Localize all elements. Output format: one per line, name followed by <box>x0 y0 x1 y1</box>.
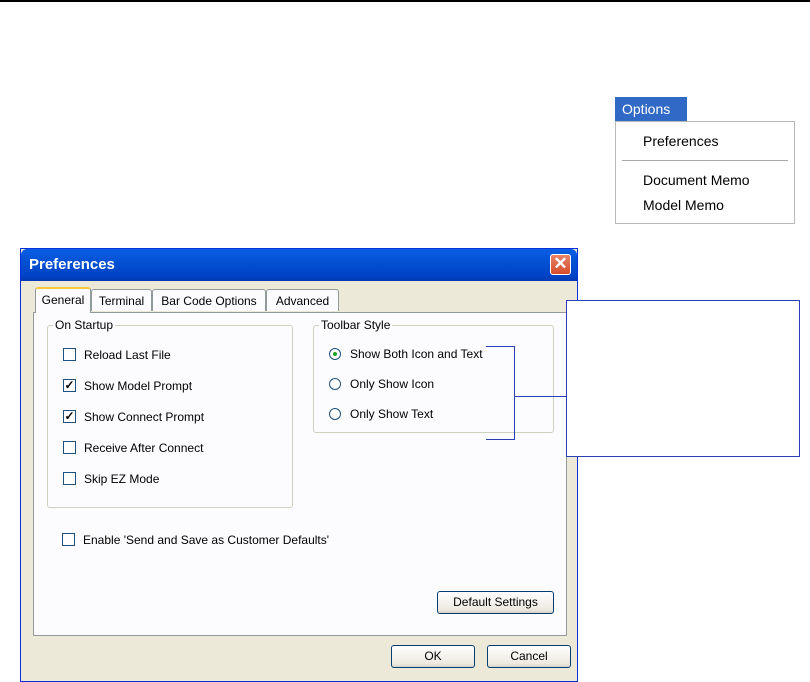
callout-box <box>566 300 800 457</box>
checkbox-box[interactable] <box>63 441 76 454</box>
radio-button[interactable] <box>329 378 341 390</box>
top-rule <box>0 0 810 2</box>
options-menu-dropdown: Preferences Document Memo Model Memo <box>615 121 795 224</box>
tab-general[interactable]: General <box>35 287 91 313</box>
checkbox-label: Reload Last File <box>84 348 171 362</box>
cancel-button[interactable]: Cancel <box>487 645 571 668</box>
close-button[interactable]: ✕ <box>550 254 571 275</box>
toolbar-style-group: Toolbar Style Show Both Icon and Text On… <box>313 318 554 433</box>
check-icon: ✓ <box>64 378 75 392</box>
radio-selected-dot <box>333 352 337 356</box>
checkbox-box[interactable] <box>62 533 75 546</box>
tab-advanced[interactable]: Advanced <box>266 289 339 311</box>
tab-bar-code-options[interactable]: Bar Code Options <box>152 289 266 311</box>
preferences-dialog: Preferences ✕ General Terminal Bar Code … <box>20 248 578 682</box>
radio-button[interactable] <box>329 408 341 420</box>
menu-separator <box>622 160 788 161</box>
checkbox-label: Enable 'Send and Save as Customer Defaul… <box>83 533 330 547</box>
menu-item-model-memo[interactable]: Model Memo <box>643 197 724 213</box>
default-settings-button[interactable]: Default Settings <box>437 591 554 614</box>
callout-bracket <box>486 346 515 440</box>
radio-label: Only Show Text <box>350 407 434 421</box>
checkbox-label: Show Connect Prompt <box>84 410 205 424</box>
menu-item-document-memo[interactable]: Document Memo <box>643 172 750 188</box>
checkbox-box[interactable] <box>63 348 76 361</box>
checkbox-box[interactable]: ✓ <box>63 379 76 392</box>
dialog-title: Preferences <box>29 256 115 273</box>
on-startup-legend: On Startup <box>55 318 114 332</box>
toolbar-style-legend: Toolbar Style <box>321 318 391 332</box>
radio-button[interactable] <box>329 348 341 360</box>
tab-terminal[interactable]: Terminal <box>91 289 152 311</box>
menu-item-preferences[interactable]: Preferences <box>643 133 718 149</box>
close-icon: ✕ <box>553 254 568 273</box>
radio-label: Only Show Icon <box>350 377 435 391</box>
checkbox-label: Receive After Connect <box>84 441 204 455</box>
checkbox-label: Skip EZ Mode <box>84 472 160 486</box>
checkbox-box[interactable]: ✓ <box>63 410 76 423</box>
ok-button[interactable]: OK <box>391 645 475 668</box>
dialog-title-bar[interactable]: Preferences ✕ <box>21 249 577 281</box>
radio-label: Show Both Icon and Text <box>350 347 483 361</box>
options-menu-title[interactable]: Options <box>615 97 687 121</box>
callout-connector <box>514 396 567 397</box>
checkbox-box[interactable] <box>63 472 76 485</box>
on-startup-group: On Startup Reload Last File ✓ Show Model… <box>47 318 293 508</box>
check-icon: ✓ <box>64 409 75 423</box>
checkbox-label: Show Model Prompt <box>84 379 193 393</box>
